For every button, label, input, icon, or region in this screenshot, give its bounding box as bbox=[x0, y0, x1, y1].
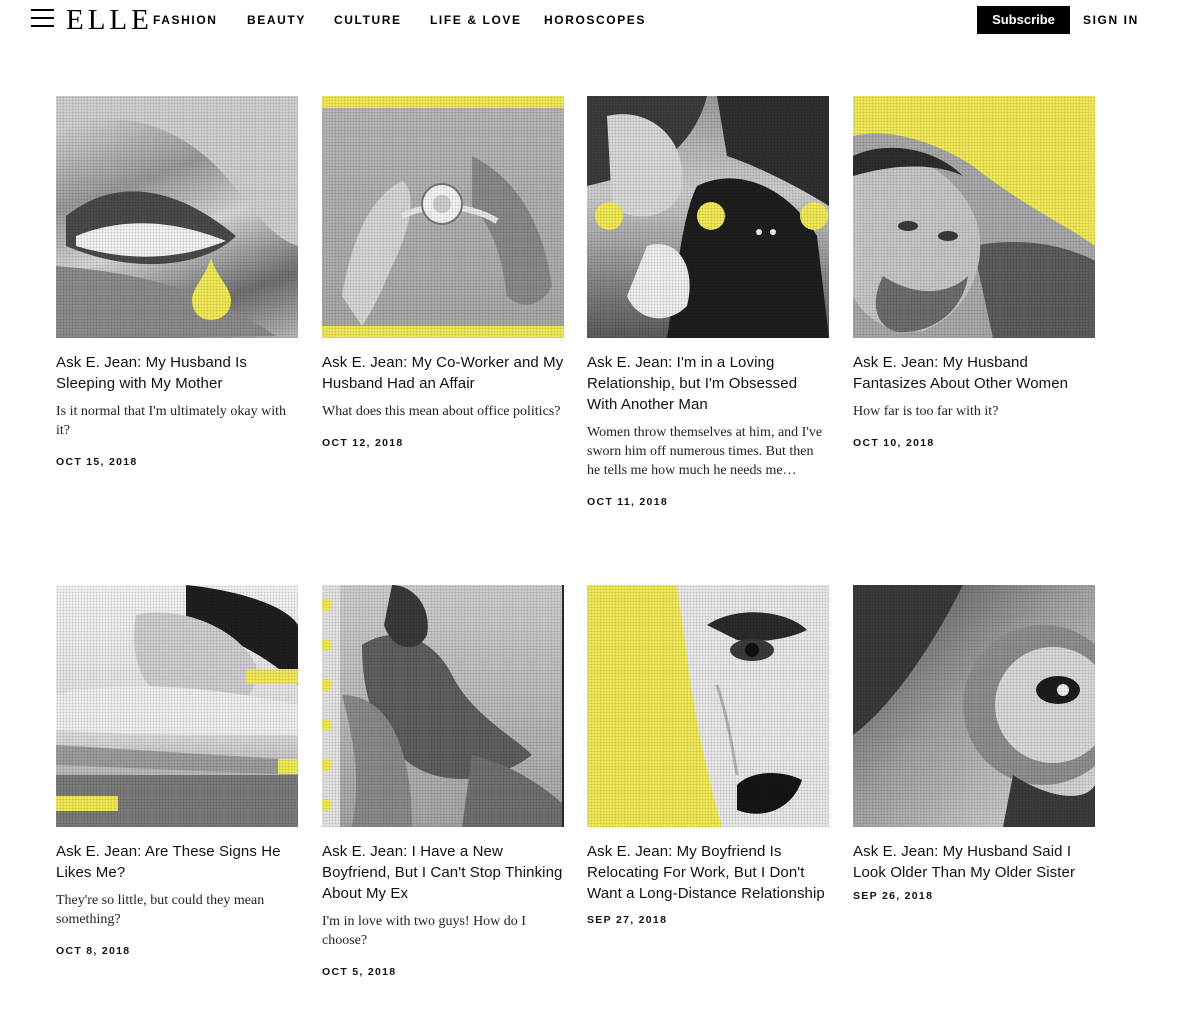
lips-illustration-icon bbox=[56, 96, 298, 338]
man-portrait-icon bbox=[853, 133, 1095, 338]
article-title[interactable]: Ask E. Jean: I Have a New Boyfriend, But… bbox=[322, 841, 565, 904]
article-date: OCT 11, 2018 bbox=[587, 496, 668, 508]
nav-fashion[interactable]: FASHION bbox=[153, 12, 218, 28]
article-date: OCT 10, 2018 bbox=[853, 437, 935, 449]
elle-logo[interactable]: ELLE bbox=[66, 4, 153, 36]
article-card[interactable]: Ask E. Jean: My Husband Said I Look Olde… bbox=[853, 585, 1096, 903]
article-date: OCT 15, 2018 bbox=[56, 456, 138, 468]
article-title[interactable]: Ask E. Jean: My Co-Worker and My Husband… bbox=[322, 352, 565, 394]
nav-culture[interactable]: CULTURE bbox=[334, 12, 402, 28]
article-card[interactable]: Ask E. Jean: My Co-Worker and My Husband… bbox=[322, 96, 565, 450]
woman-face-illustration-icon bbox=[677, 585, 829, 827]
article-card[interactable]: Ask E. Jean: Are These Signs He Likes Me… bbox=[56, 585, 299, 958]
article-image-man[interactable] bbox=[853, 96, 1095, 338]
woman-desk-illustration-icon bbox=[56, 585, 298, 827]
article-image-mirror[interactable] bbox=[853, 585, 1095, 827]
article-dek: Women throw themselves at him, and I've … bbox=[587, 425, 823, 478]
article-date: OCT 5, 2018 bbox=[322, 966, 397, 978]
sign-in-link[interactable]: SIGN IN bbox=[1083, 12, 1139, 28]
article-image-woman-desk[interactable] bbox=[56, 585, 298, 827]
article-date: OCT 8, 2018 bbox=[56, 945, 131, 957]
article-title[interactable]: Ask E. Jean: I'm in a Loving Relationshi… bbox=[587, 352, 830, 415]
article-card[interactable]: Ask E. Jean: My Husband Fantasizes About… bbox=[853, 96, 1096, 450]
article-dek: Is it normal that I'm ultimately okay wi… bbox=[56, 404, 286, 438]
article-title[interactable]: Ask E. Jean: Are These Signs He Likes Me… bbox=[56, 841, 299, 883]
nav-life-love[interactable]: LIFE & LOVE bbox=[430, 12, 522, 28]
article-dek: I'm in love with two guys! How do I choo… bbox=[322, 914, 526, 948]
mirror-illustration-icon bbox=[853, 585, 1095, 827]
article-dek: How far is too far with it? bbox=[853, 404, 999, 419]
article-image-lips[interactable] bbox=[56, 96, 298, 338]
article-title[interactable]: Ask E. Jean: My Husband Said I Look Olde… bbox=[853, 841, 1096, 883]
woman-chair-illustration-icon bbox=[322, 585, 564, 827]
article-card[interactable]: Ask E. Jean: I Have a New Boyfriend, But… bbox=[322, 585, 565, 979]
article-card[interactable]: Ask E. Jean: I'm in a Loving Relationshi… bbox=[587, 96, 830, 509]
hamburger-menu-icon[interactable] bbox=[31, 8, 54, 29]
article-image-woman-chair[interactable] bbox=[322, 585, 564, 827]
article-image-woman-face[interactable] bbox=[587, 585, 829, 827]
article-image-ring[interactable] bbox=[322, 96, 564, 338]
article-dek: What does this mean about office politic… bbox=[322, 404, 561, 419]
article-date: SEP 27, 2018 bbox=[587, 914, 668, 926]
diamond-ring-icon bbox=[322, 96, 564, 338]
article-dek: They're so little, but could they mean s… bbox=[56, 893, 265, 927]
article-title[interactable]: Ask E. Jean: My Boyfriend Is Relocating … bbox=[587, 841, 830, 904]
article-date: SEP 26, 2018 bbox=[853, 890, 934, 902]
couple-illustration-icon bbox=[587, 96, 829, 338]
article-title[interactable]: Ask E. Jean: My Husband Is Sleeping with… bbox=[56, 352, 299, 394]
subscribe-button[interactable]: Subscribe bbox=[977, 6, 1070, 34]
article-date: OCT 12, 2018 bbox=[322, 437, 404, 449]
nav-beauty[interactable]: BEAUTY bbox=[247, 12, 306, 28]
site-header: ELLE FASHION BEAUTY CULTURE LIFE & LOVE … bbox=[0, 0, 1200, 40]
article-image-couple[interactable] bbox=[587, 96, 829, 338]
article-card[interactable]: Ask E. Jean: My Boyfriend Is Relocating … bbox=[587, 585, 830, 927]
nav-horoscopes[interactable]: HOROSCOPES bbox=[544, 12, 646, 28]
article-card[interactable]: Ask E. Jean: My Husband Is Sleeping with… bbox=[56, 96, 299, 469]
article-title[interactable]: Ask E. Jean: My Husband Fantasizes About… bbox=[853, 352, 1096, 394]
